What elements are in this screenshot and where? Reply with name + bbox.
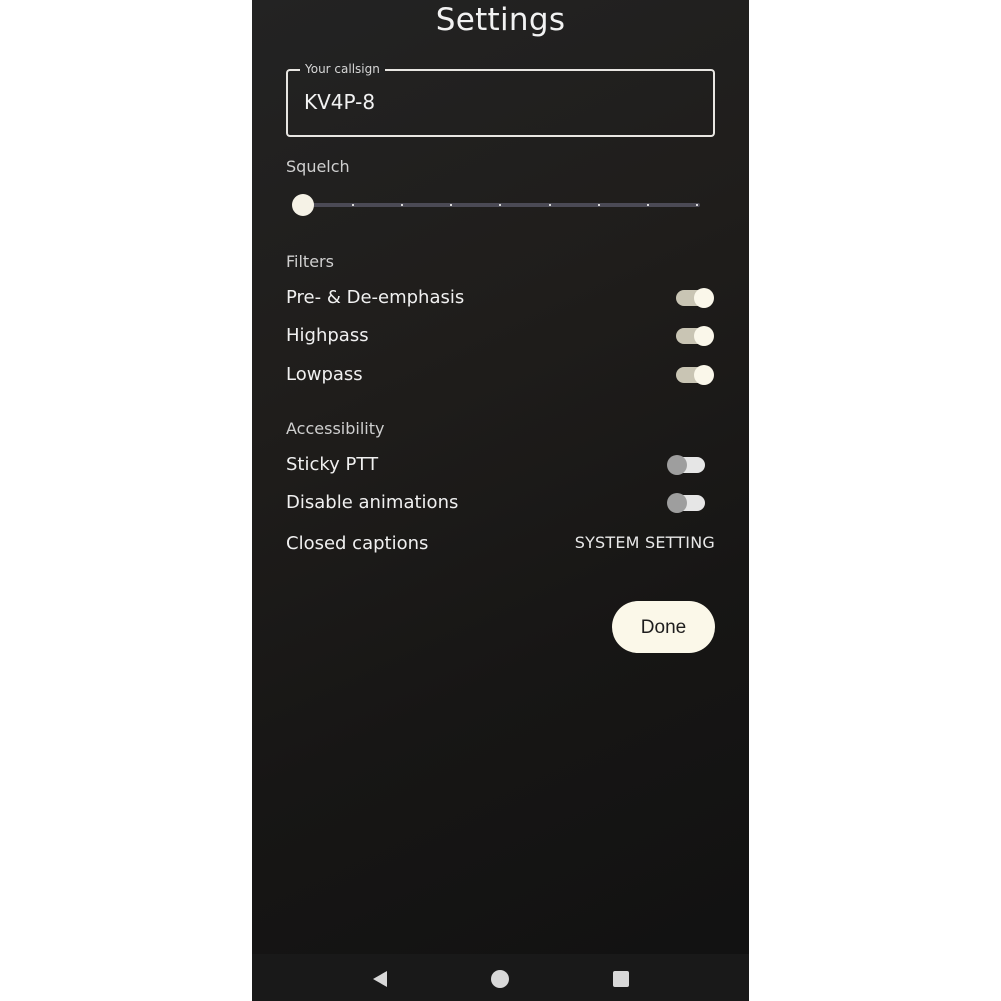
navigation-bar <box>252 954 749 1001</box>
back-icon[interactable] <box>373 971 387 987</box>
slider-tick <box>401 204 403 206</box>
home-icon[interactable] <box>491 970 509 988</box>
toggle-knob <box>667 455 687 475</box>
highpass-label: Highpass <box>286 325 369 346</box>
toggle-knob <box>694 365 714 385</box>
callsign-field-value[interactable]: KV4P-8 <box>304 90 375 114</box>
settings-screen: Settings Your callsign KV4P-8 Squelch Fi… <box>252 0 749 1001</box>
lowpass-label: Lowpass <box>286 364 363 385</box>
callsign-field-label: Your callsign <box>300 61 385 77</box>
slider-tick <box>549 204 551 206</box>
accessibility-section-label: Accessibility <box>286 419 385 438</box>
toggle-knob <box>694 326 714 346</box>
sticky-ptt-label: Sticky PTT <box>286 454 379 475</box>
slider-tick <box>450 204 452 206</box>
closed-captions-label: Closed captions <box>286 533 429 554</box>
toggle-knob <box>667 493 687 513</box>
done-button[interactable]: Done <box>612 601 715 653</box>
sticky-ptt-toggle[interactable] <box>667 455 705 475</box>
filters-section-label: Filters <box>286 252 334 271</box>
closed-captions-value[interactable]: SYSTEM SETTING <box>575 533 715 552</box>
toggle-knob <box>694 288 714 308</box>
highpass-toggle[interactable] <box>676 326 714 346</box>
lowpass-toggle[interactable] <box>676 365 714 385</box>
disable-animations-label: Disable animations <box>286 492 459 513</box>
pre-de-emphasis-label: Pre- & De-emphasis <box>286 287 465 308</box>
slider-tick <box>696 204 698 206</box>
recents-icon[interactable] <box>613 971 629 987</box>
slider-tick <box>352 204 354 206</box>
squelch-slider[interactable] <box>288 194 700 216</box>
squelch-slider-track[interactable] <box>296 203 700 207</box>
callsign-field[interactable]: Your callsign KV4P-8 <box>286 61 715 137</box>
squelch-label: Squelch <box>286 157 350 176</box>
slider-tick <box>647 204 649 206</box>
disable-animations-toggle[interactable] <box>667 493 705 513</box>
squelch-slider-thumb[interactable] <box>292 194 314 216</box>
page-title: Settings <box>435 2 566 38</box>
slider-tick <box>598 204 600 206</box>
slider-tick <box>499 204 501 206</box>
pre-de-emphasis-toggle[interactable] <box>676 288 714 308</box>
